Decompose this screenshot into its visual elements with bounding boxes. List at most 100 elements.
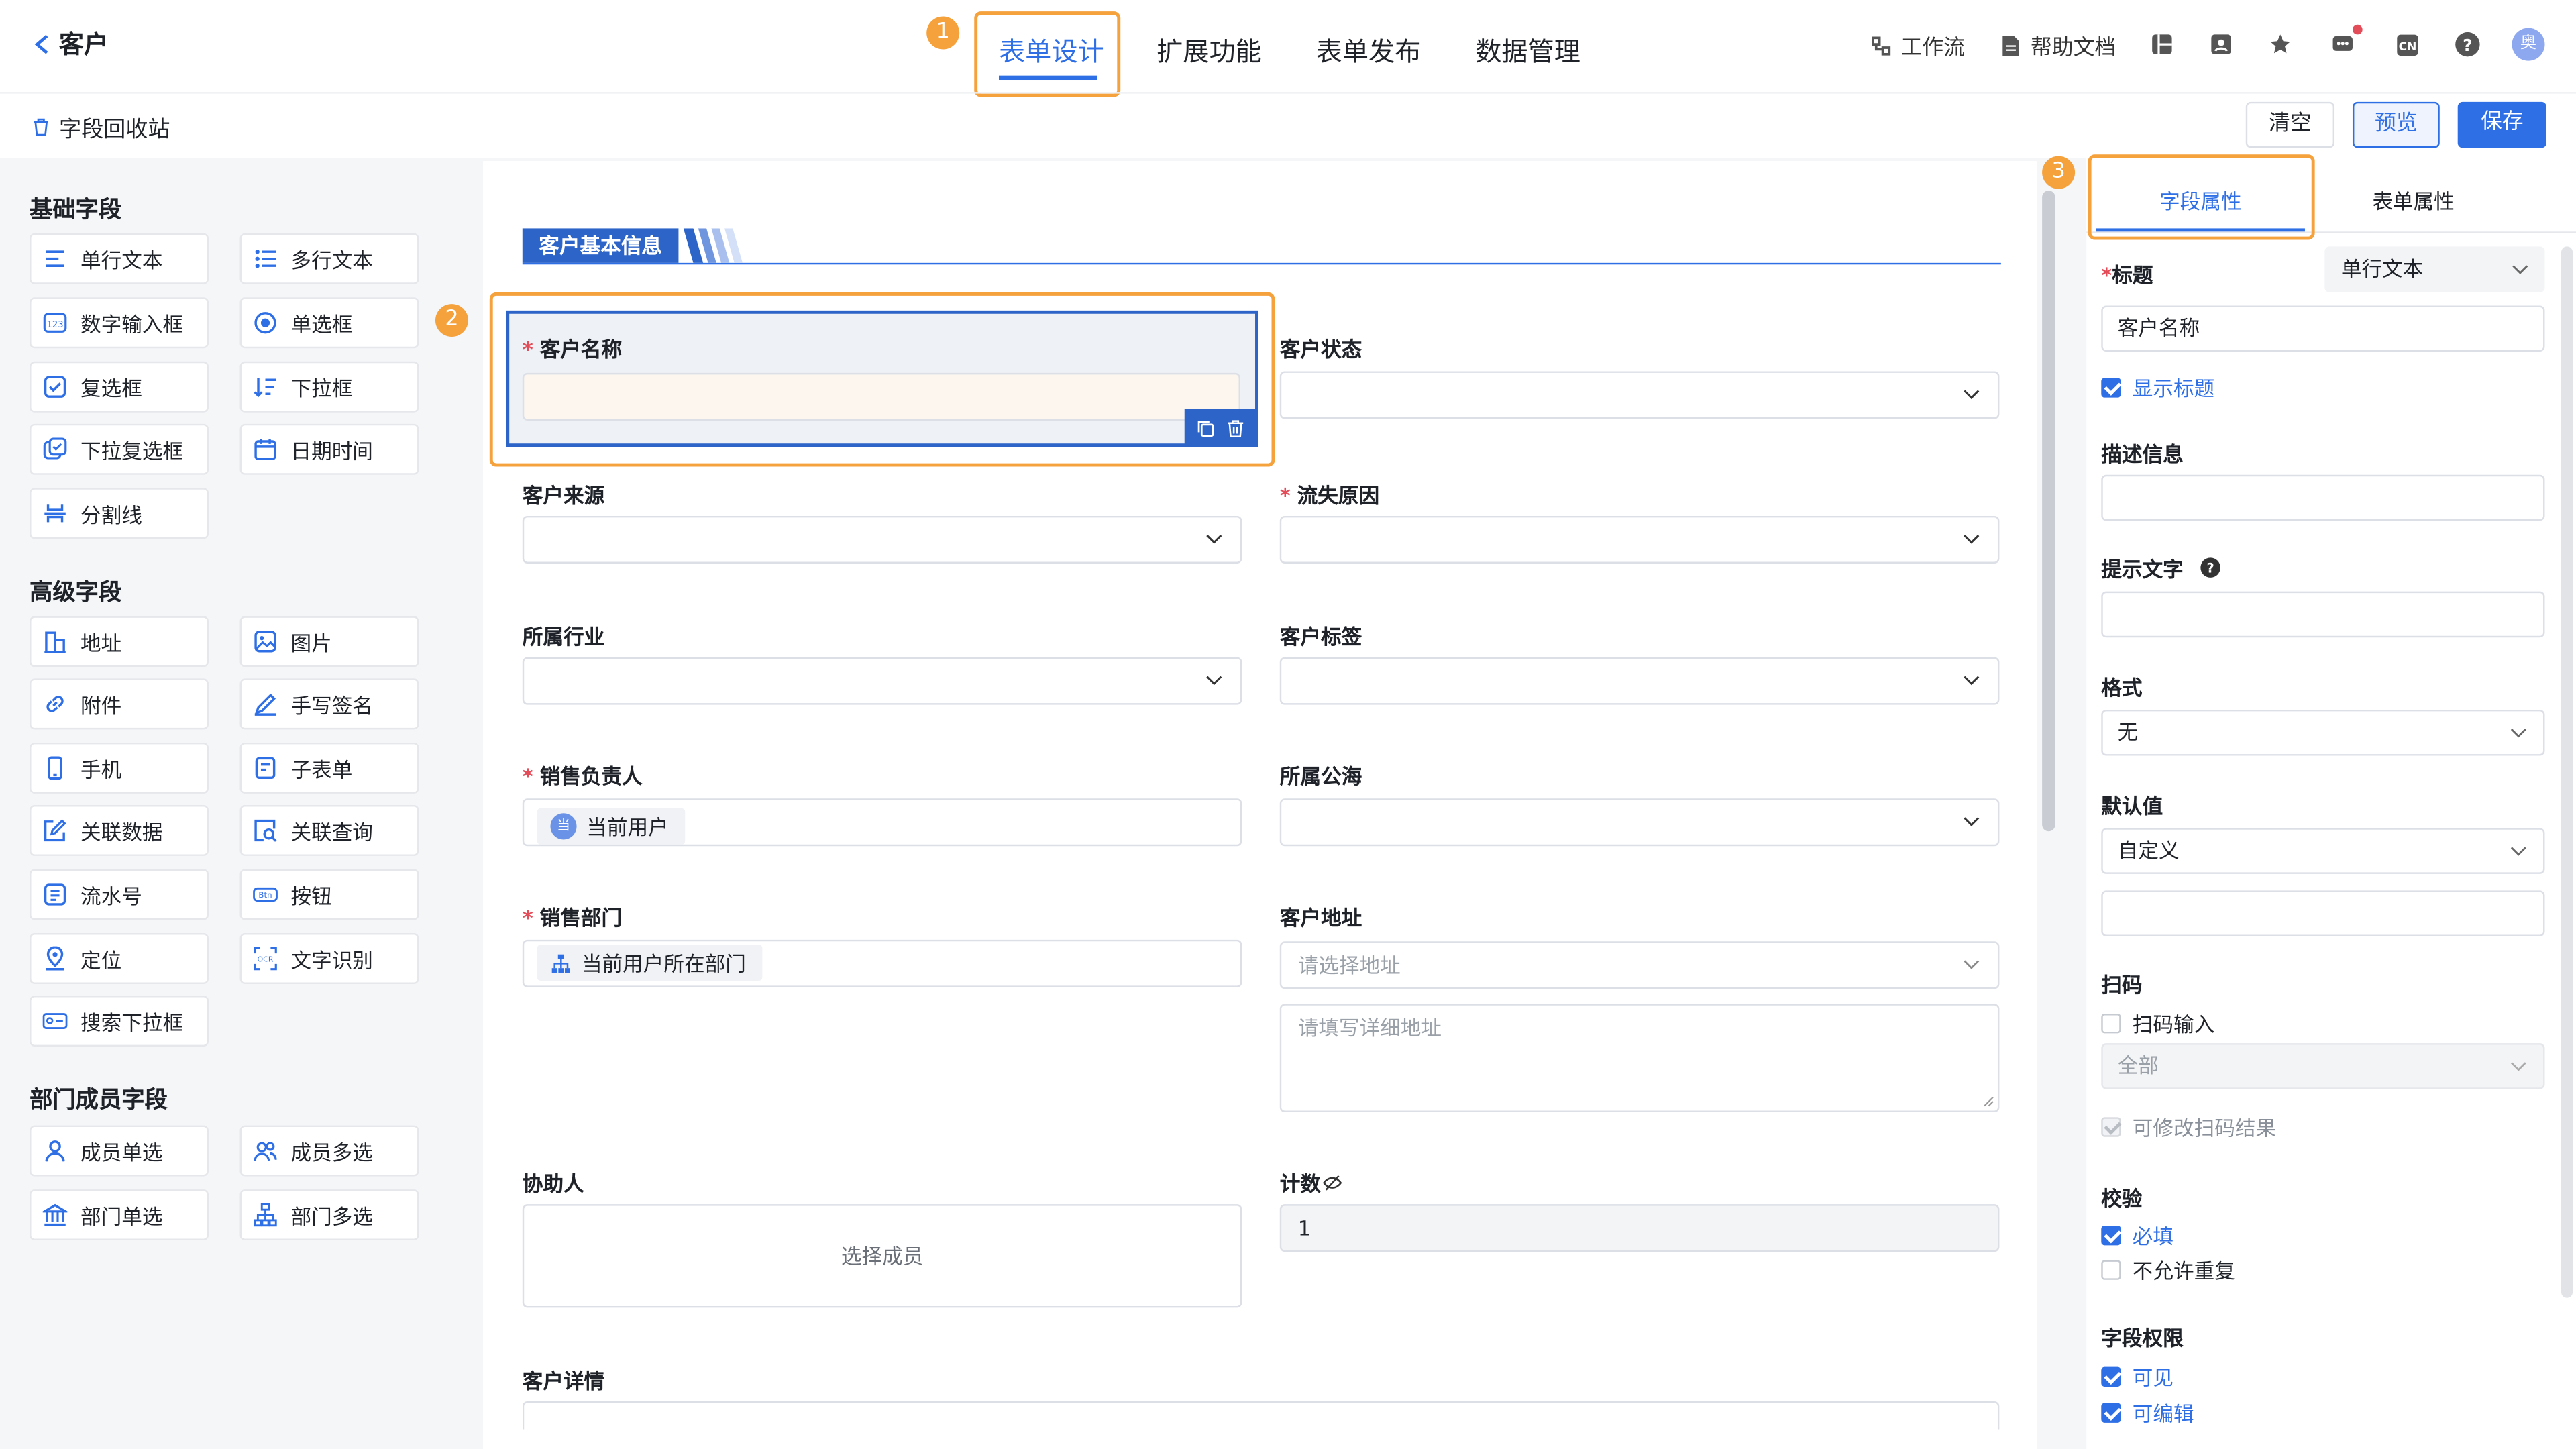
tab-active-underline <box>2096 228 2305 232</box>
avatar[interactable]: 奥 <box>2512 28 2545 61</box>
required-star: * <box>2101 262 2112 288</box>
field-member-multi[interactable]: 成员多选 <box>239 1125 419 1177</box>
tab-data-management[interactable]: 数据管理 <box>1475 30 1580 69</box>
label-text: 销售部门 <box>539 905 623 930</box>
customer-detail-editor[interactable] <box>522 1401 2000 1430</box>
default-type-select[interactable]: 自定义 <box>2101 828 2545 874</box>
prop-hint-label: 提示文字 ? <box>2101 552 2221 584</box>
editable-checkbox[interactable]: 可编辑 <box>2101 1397 2194 1428</box>
show-title-checkbox[interactable]: 显示标题 <box>2101 371 2214 402</box>
tab-form-design[interactable]: 表单设计 <box>999 30 1104 69</box>
tab-field-properties[interactable]: 字段属性 <box>2096 184 2305 215</box>
language-icon[interactable]: CN <box>2396 33 2420 58</box>
field-dept-multi[interactable]: 部门多选 <box>239 1189 419 1240</box>
field-datetime[interactable]: 日期时间 <box>239 423 419 475</box>
title-input[interactable]: 客户名称 <box>2101 305 2545 352</box>
field-related-query[interactable]: 关联查询 <box>239 805 419 856</box>
field-label: 成员单选 <box>80 1140 163 1165</box>
loss-reason-select[interactable] <box>1279 515 2000 564</box>
field-type-select[interactable]: 单行文本 <box>2324 246 2545 292</box>
contacts-icon[interactable] <box>2210 33 2233 56</box>
customer-tags-select[interactable] <box>1279 657 2000 705</box>
delete-icon[interactable] <box>1226 418 1245 437</box>
checkbox-label: 不允许重复 <box>2132 1258 2235 1283</box>
edit-box-icon <box>44 819 66 842</box>
preview-button[interactable]: 预览 <box>2352 101 2440 148</box>
canvas-scrollbar[interactable] <box>2042 191 2055 832</box>
save-button[interactable]: 保存 <box>2457 101 2546 148</box>
hint-input[interactable] <box>2101 591 2545 638</box>
field-single-line-text[interactable]: 单行文本 <box>30 233 209 284</box>
checkbox-unchecked <box>2101 1012 2121 1033</box>
public-pool-select[interactable] <box>1279 798 2000 847</box>
address-region-select[interactable]: 请选择地址 <box>1279 941 2000 989</box>
field-checkbox[interactable]: 复选框 <box>30 361 209 413</box>
field-serial-number[interactable]: 流水号 <box>30 869 209 920</box>
field-search-dropdown[interactable]: 搜索下拉框 <box>30 996 209 1047</box>
ocr-icon: OCR <box>254 947 277 971</box>
field-related-data[interactable]: 关联数据 <box>30 805 209 856</box>
help-docs-link[interactable]: 帮助文档 <box>1999 30 2116 61</box>
field-number-input[interactable]: 123 数字输入框 <box>30 297 209 349</box>
industry-select[interactable] <box>522 657 1242 705</box>
field-radio[interactable]: 单选框 <box>239 297 419 349</box>
label-text: 流失原因 <box>1297 483 1380 508</box>
label-customer-address: 客户地址 <box>1280 900 1362 932</box>
resize-handle-icon[interactable] <box>1983 1095 1994 1107</box>
clear-button[interactable]: 清空 <box>2245 101 2335 148</box>
customer-name-input[interactable] <box>522 372 1240 421</box>
sales-owner-field[interactable]: 当 当前用户 <box>522 798 1242 847</box>
field-signature[interactable]: 手写签名 <box>239 678 419 730</box>
field-address[interactable]: 地址 <box>30 616 209 667</box>
assistant-member-picker[interactable]: 选择成员 <box>522 1204 1242 1308</box>
chevron-down-icon <box>2510 847 2526 856</box>
back-button[interactable]: 客户 <box>33 26 109 60</box>
field-dropdown-multi[interactable]: 下拉复选框 <box>30 423 209 475</box>
visible-checkbox[interactable]: 可见 <box>2101 1360 2174 1392</box>
description-input[interactable] <box>2101 474 2545 521</box>
star-icon[interactable] <box>2269 33 2292 56</box>
field-subform[interactable]: 子表单 <box>239 742 419 794</box>
checkbox-checked <box>2101 1366 2121 1386</box>
format-select[interactable]: 无 <box>2101 709 2545 756</box>
field-attachment[interactable]: 附件 <box>30 678 209 730</box>
button-icon: Btn <box>253 887 278 902</box>
current-dept-tag: 当前用户所在部门 <box>537 945 763 981</box>
field-ocr[interactable]: OCR 文字识别 <box>239 933 419 984</box>
section-title: 客户基本信息 <box>522 228 679 263</box>
field-image[interactable]: 图片 <box>239 616 419 667</box>
default-value-input[interactable] <box>2101 890 2545 936</box>
checkbox-label: 显示标题 <box>2132 376 2215 401</box>
layout-icon[interactable] <box>2151 33 2174 56</box>
label-sales-dept: * 销售部门 <box>523 900 622 932</box>
tab-extensions[interactable]: 扩展功能 <box>1157 30 1262 69</box>
field-dropdown[interactable]: 下拉框 <box>239 361 419 413</box>
address-detail-textarea[interactable]: 请填写详细地址 <box>1279 1004 2000 1112</box>
workflow-link[interactable]: 工作流 <box>1870 30 1965 61</box>
prop-format-label: 格式 <box>2101 675 2143 700</box>
tab-form-properties[interactable]: 表单属性 <box>2313 184 2514 215</box>
tab-form-publish[interactable]: 表单发布 <box>1316 30 1421 69</box>
recycle-bin-button[interactable]: 字段回收站 <box>32 110 170 143</box>
field-location[interactable]: 定位 <box>30 933 209 984</box>
no-duplicate-checkbox[interactable]: 不允许重复 <box>2101 1254 2235 1285</box>
customer-status-select[interactable] <box>1279 371 2000 419</box>
field-mobile[interactable]: 手机 <box>30 742 209 794</box>
field-button[interactable]: Btn 按钮 <box>239 869 419 920</box>
copy-icon[interactable] <box>1196 418 1216 437</box>
field-dept-single[interactable]: 部门单选 <box>30 1189 209 1240</box>
field-multi-line-text[interactable]: 多行文本 <box>239 233 419 284</box>
scan-input-checkbox[interactable]: 扫码输入 <box>2101 1007 2214 1038</box>
label-text: 客户名称 <box>539 337 623 362</box>
help-icon[interactable]: ? <box>2455 32 2481 58</box>
top-bar: 客户 1 表单设计 扩展功能 表单发布 数据管理 工作流 帮助文档 CN ? 奥 <box>0 0 2576 97</box>
sales-dept-field[interactable]: 当前用户所在部门 <box>522 939 1242 987</box>
message-icon[interactable] <box>2330 33 2356 56</box>
required-checkbox[interactable]: 必填 <box>2101 1219 2174 1250</box>
help-icon[interactable]: ? <box>2200 557 2221 578</box>
customer-source-select[interactable] <box>522 515 1242 564</box>
workflow-label: 工作流 <box>1900 36 1966 61</box>
field-member-single[interactable]: 成员单选 <box>30 1125 209 1177</box>
field-divider[interactable]: 分割线 <box>30 488 209 539</box>
properties-scrollbar[interactable] <box>2561 246 2573 1298</box>
